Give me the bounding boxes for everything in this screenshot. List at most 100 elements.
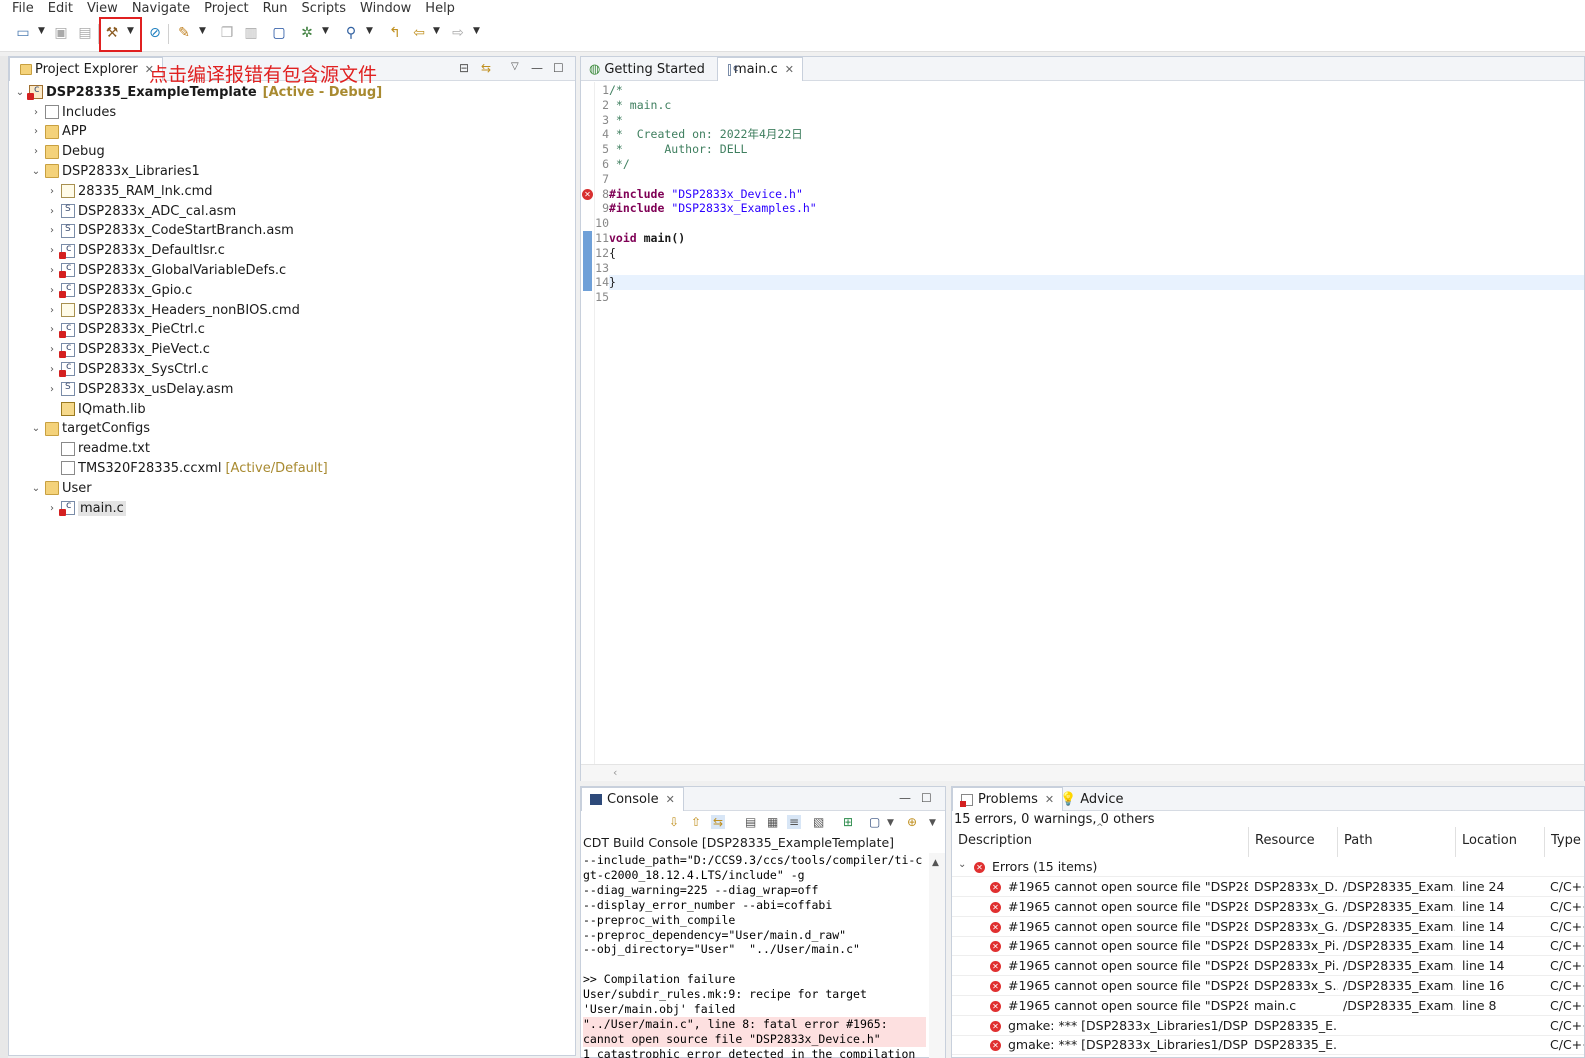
tree-item[interactable]: › DSP2833x_DefaultIsr.c <box>45 241 225 261</box>
paste-icon[interactable]: ▥ <box>242 24 260 42</box>
search-icon[interactable]: ⚲ <box>342 24 360 42</box>
collapse-chevron-icon[interactable]: › <box>45 186 59 197</box>
tree-item[interactable]: › DSP2833x_usDelay.asm <box>45 379 233 399</box>
flash-dropdown-icon[interactable]: ▼ <box>199 26 206 36</box>
menu-file[interactable]: File <box>12 1 34 16</box>
expand-chevron-icon[interactable]: ⌄ <box>13 87 27 98</box>
collapse-chevron-icon[interactable]: › <box>45 324 59 335</box>
scroll-left-icon[interactable]: ‹ <box>613 766 617 779</box>
tree-item[interactable]: › DSP2833x_GlobalVariableDefs.c <box>45 260 286 280</box>
tree-item[interactable]: › APP <box>29 122 87 142</box>
tree-item[interactable]: › DSP2833x_SysCtrl.c <box>45 359 209 379</box>
refresh-icon[interactable]: ⊘ <box>146 24 164 42</box>
tree-item[interactable]: ⌄ DSP2833x_Libraries1 <box>29 161 200 181</box>
tree-item[interactable]: › DSP2833x_Headers_nonBIOS.cmd <box>45 300 300 320</box>
col-location[interactable]: Location <box>1456 827 1545 857</box>
menu-edit[interactable]: Edit <box>48 1 73 16</box>
search-dropdown-icon[interactable]: ▼ <box>366 26 373 36</box>
save-icon[interactable]: ▣ <box>52 24 70 42</box>
tree-item[interactable]: › DSP2833x_ADC_cal.asm <box>45 201 236 221</box>
maximize-icon[interactable]: ☐ <box>553 61 564 75</box>
problem-row[interactable]: ✕ #1965 cannot open source file "DSP2833x… <box>952 936 1584 957</box>
collapse-chevron-icon[interactable]: › <box>45 245 59 256</box>
forward-dropdown-icon[interactable]: ▼ <box>473 26 480 36</box>
tree-item[interactable]: TMS320F28335.ccxml [Active/Default] <box>45 458 328 478</box>
expand-chevron-icon[interactable]: ⌄ <box>29 423 43 434</box>
collapse-chevron-icon[interactable]: › <box>45 384 59 395</box>
problem-row[interactable]: ✕ gmake: *** [DSP2833x_Libraries1/DSP2833… <box>952 1016 1584 1036</box>
collapse-chevron-icon[interactable]: › <box>45 206 59 217</box>
collapse-chevron-icon[interactable]: › <box>45 503 59 514</box>
scroll-up-icon[interactable]: ▲ <box>932 858 939 868</box>
open-console-icon[interactable]: ⊕ <box>907 815 917 829</box>
col-path[interactable]: Path <box>1338 827 1456 857</box>
clear-console-icon[interactable]: ▧ <box>813 815 824 829</box>
menu-navigate[interactable]: Navigate <box>132 1 190 16</box>
new-icon[interactable]: ▭ <box>14 24 32 42</box>
debug-dropdown-icon[interactable]: ▼ <box>322 26 329 36</box>
problem-row[interactable]: ✕ #1965 cannot open source file "DSP2833x… <box>952 956 1584 977</box>
tab-advice[interactable]: 💡 Advice <box>1052 787 1132 811</box>
problem-row[interactable]: ✕ gmake: *** [DSP2833x_Libraries1/DSP2833… <box>952 1035 1584 1056</box>
expand-chevron-icon[interactable]: ⌄ <box>29 166 43 177</box>
close-icon[interactable]: ✕ <box>785 63 794 76</box>
terminal-icon[interactable]: ▢ <box>270 24 288 42</box>
collapse-chevron-icon[interactable]: › <box>45 344 59 355</box>
collapse-chevron-icon[interactable]: › <box>45 225 59 236</box>
menu-scripts[interactable]: Scripts <box>302 1 346 16</box>
menu-window[interactable]: Window <box>360 1 411 16</box>
problem-row[interactable]: ✕ #1965 cannot open source file "DSP2833x… <box>952 917 1584 937</box>
col-type[interactable]: Type <box>1545 827 1584 857</box>
menu-run[interactable]: Run <box>263 1 288 16</box>
show-console-icon[interactable]: ▦ <box>767 815 778 829</box>
tree-item[interactable]: › DSP2833x_Gpio.c <box>45 280 192 300</box>
tree-item[interactable]: › DSP2833x_PieCtrl.c <box>45 320 205 340</box>
tree-item[interactable]: › Includes <box>29 102 116 122</box>
tab-project-explorer[interactable]: Project Explorer ✕ <box>9 57 163 81</box>
tree-item[interactable]: readme.txt <box>45 439 150 459</box>
code-area[interactable]: 1/* 2 * main.c 3 * 4 * Created on: 2022年4月2… <box>589 83 817 305</box>
next-error-icon[interactable]: ⇩ <box>669 815 679 829</box>
minimize-icon[interactable]: — <box>899 791 911 805</box>
display-console-icon[interactable]: ▢ <box>869 815 880 829</box>
tree-item[interactable]: › Debug <box>29 142 105 162</box>
back-dropdown-icon[interactable]: ▼ <box>433 26 440 36</box>
maximize-icon[interactable]: ☐ <box>921 791 932 805</box>
last-edit-icon[interactable]: ↰ <box>386 24 404 42</box>
link-icon[interactable]: ⇆ <box>711 815 726 829</box>
problem-row[interactable]: ✕ #1965 cannot open source file "DSP2833x… <box>952 976 1584 996</box>
tab-getting-started[interactable]: ◍ Getting Started <box>581 57 715 81</box>
debug-icon[interactable]: ✲ <box>298 24 316 42</box>
view-menu-icon[interactable]: ▽ <box>511 61 519 72</box>
collapse-chevron-icon[interactable]: › <box>45 364 59 375</box>
close-icon[interactable]: ✕ <box>666 793 675 806</box>
tree-item[interactable]: › DSP2833x_PieVect.c <box>45 340 210 360</box>
pin-icon[interactable]: ⊞ <box>843 815 853 829</box>
collapse-chevron-icon[interactable]: › <box>29 107 43 118</box>
expand-chevron-icon[interactable]: ⌄ <box>958 859 966 870</box>
tree-item[interactable]: › DSP2833x_CodeStartBranch.asm <box>45 221 294 241</box>
problem-row[interactable]: ✕ #1965 cannot open source file "DSP2833x… <box>952 996 1584 1016</box>
error-group-row[interactable]: ⌄ ✕ Errors (15 items) <box>952 857 1584 877</box>
forward-arrow-icon[interactable]: ⇨ <box>449 24 467 42</box>
tree-item[interactable]: ⌄ targetConfigs <box>29 419 150 439</box>
collapse-chevron-icon[interactable]: › <box>45 285 59 296</box>
back-arrow-icon[interactable]: ⇦ <box>410 24 428 42</box>
collapse-chevron-icon[interactable]: › <box>45 305 59 316</box>
collapse-chevron-icon[interactable]: › <box>29 146 43 157</box>
collapse-chevron-icon[interactable]: › <box>29 126 43 137</box>
tree-item[interactable]: ⌄ User <box>29 478 92 498</box>
expand-chevron-icon[interactable]: ⌄ <box>29 483 43 494</box>
tree-item[interactable]: IQmath.lib <box>45 399 146 419</box>
collapse-all-icon[interactable]: ⊟ <box>459 61 469 75</box>
problem-row[interactable]: ✕ #1965 cannot open source file "DSP2833x… <box>952 897 1584 917</box>
problem-row[interactable]: ✕ #1965 cannot open source file "DSP2833x… <box>952 877 1584 897</box>
menu-view[interactable]: View <box>87 1 118 16</box>
console-output[interactable]: --include_path="D:/CCS9.3/ccs/tools/comp… <box>583 853 926 1058</box>
menu-project[interactable]: Project <box>204 1 248 16</box>
scroll-lock-icon[interactable]: ▤ <box>745 815 756 829</box>
prev-error-icon[interactable]: ⇧ <box>691 815 701 829</box>
word-wrap-icon[interactable]: ≡ <box>787 815 802 829</box>
link-editor-icon[interactable]: ⇆ <box>481 61 491 75</box>
horizontal-scrollbar[interactable]: ‹ <box>581 764 1584 781</box>
